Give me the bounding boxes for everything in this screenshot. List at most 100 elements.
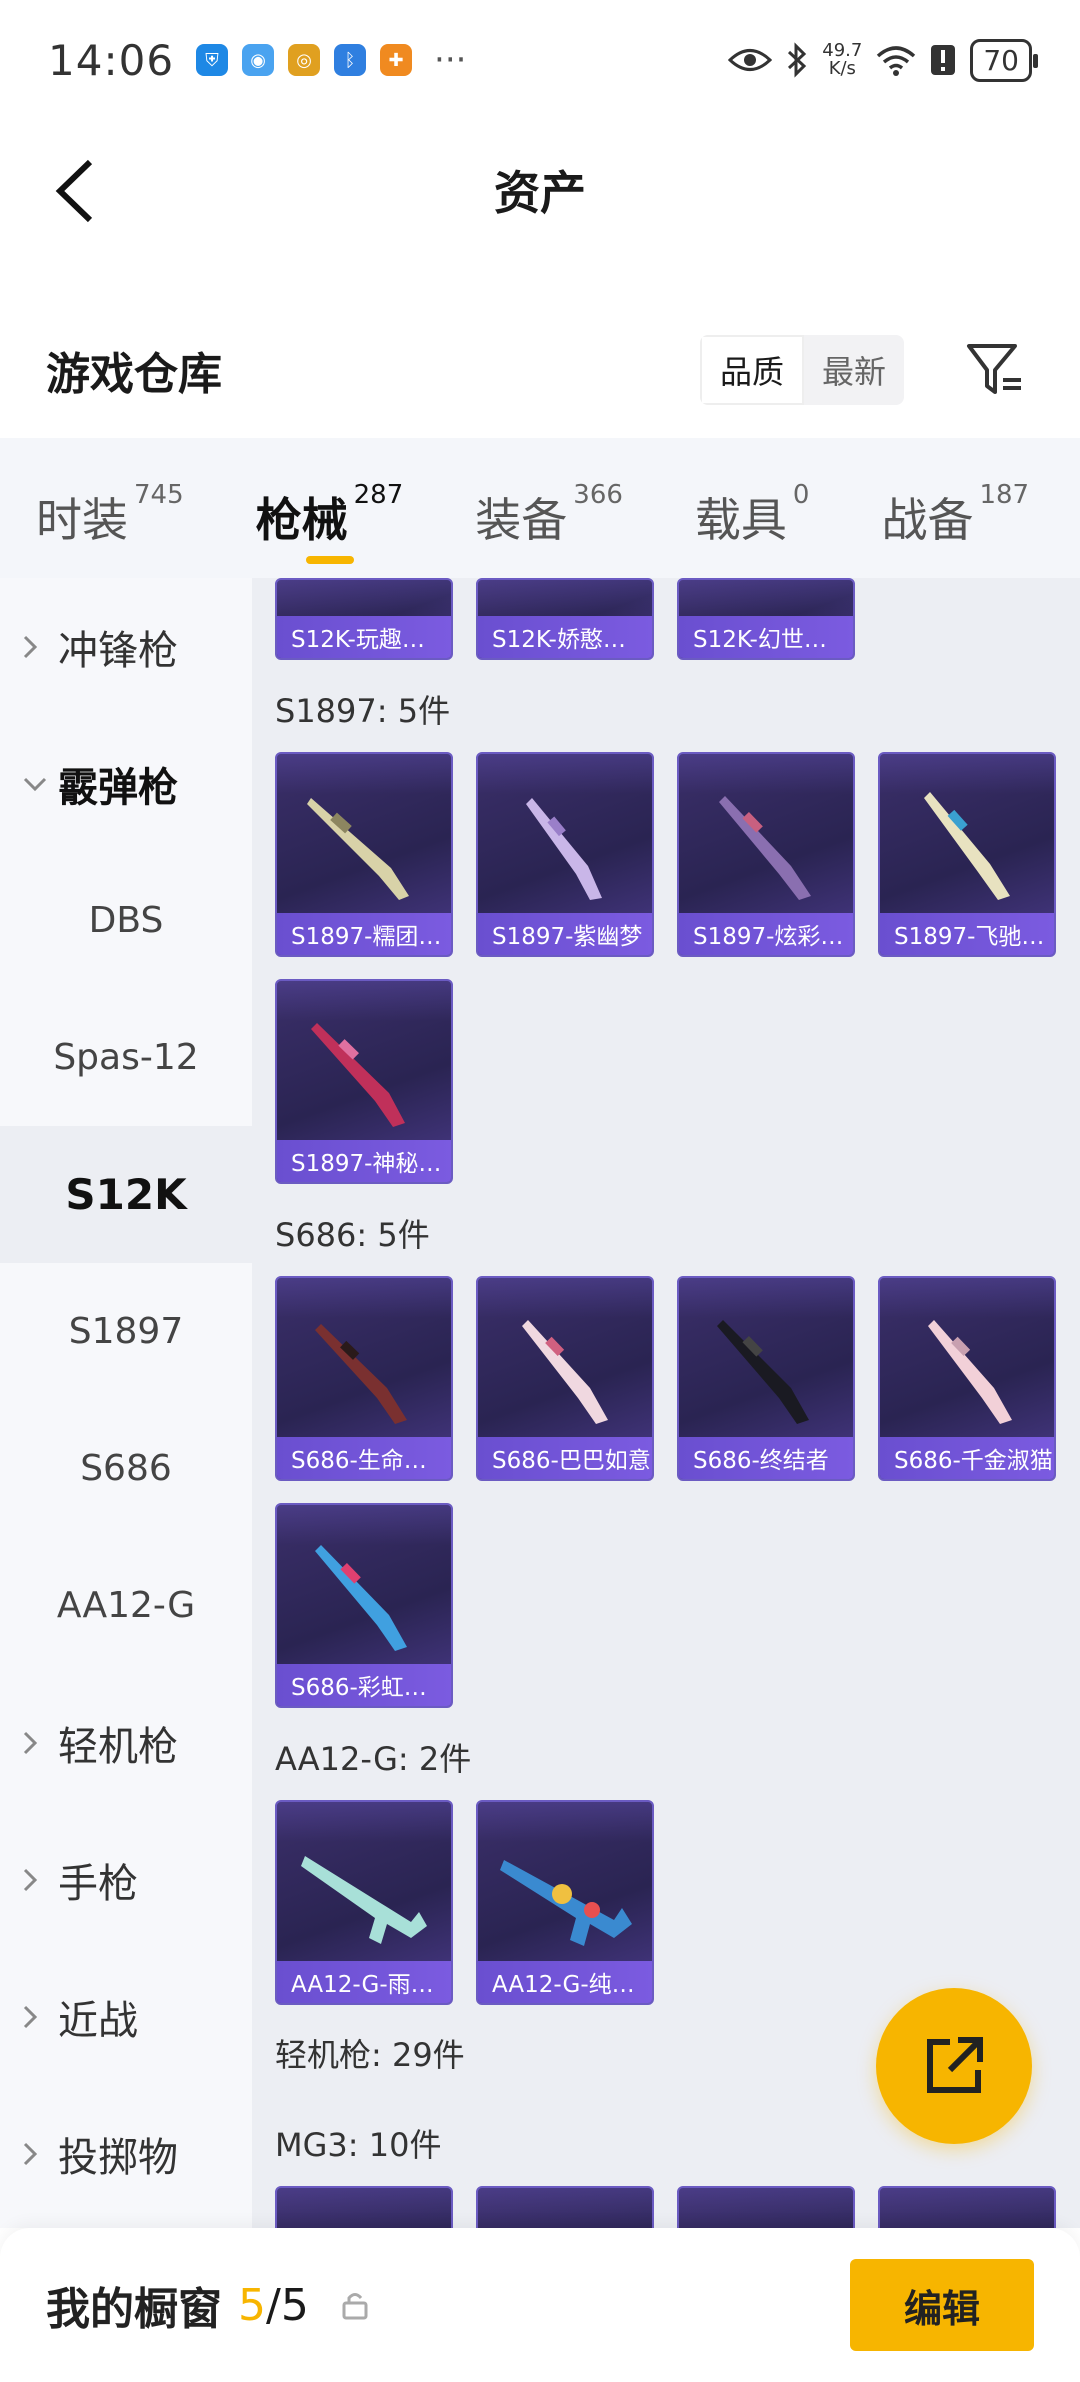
skin-card[interactable] [677, 2186, 855, 2228]
skin-card-label: S1897-糯团… [277, 913, 451, 955]
status-bar: 14:06 ⛨ ◉ ◎ ᛒ ✚ ··· 49.7 K/s 70 [0, 0, 1080, 120]
skin-card[interactable]: S686-巴巴如意 [476, 1276, 654, 1481]
s1897-row-2: S1897-神秘… [275, 979, 453, 1184]
skin-card-label: S1897-紫幽梦 [478, 913, 652, 955]
sidebar-item-smg[interactable]: 冲锋枪 [0, 578, 252, 715]
filter-button[interactable] [960, 335, 1030, 405]
shotgun-skin-image [924, 792, 1010, 900]
skin-card-label: S12K-玩趣… [277, 616, 451, 658]
sidebar-item-throwable[interactable]: 投掷物 [0, 2085, 252, 2222]
shotgun-skin-image [928, 1320, 1012, 1424]
tab-label: 时装 [36, 493, 128, 547]
showcase-title: 我的橱窗 [46, 2284, 222, 2335]
sidebar-item-melee[interactable]: 近战 [0, 1948, 252, 2085]
skin-card[interactable]: S686-千金淑猫 [878, 1276, 1056, 1481]
skin-card-label: S686-生命… [277, 1437, 451, 1479]
eye-icon [728, 49, 773, 71]
shotgun-skin-image [719, 796, 811, 900]
tab-equipment[interactable]: 装备 366 [475, 468, 623, 548]
skin-card-label: S1897-飞驰… [880, 913, 1054, 955]
sidebar-item-s686[interactable]: S686 [0, 1400, 252, 1537]
page-title: 资产 [494, 166, 586, 220]
skin-card[interactable]: S12K-幻世… [677, 578, 855, 660]
skin-card[interactable]: S686-彩虹… [275, 1503, 453, 1708]
skin-card-label: S1897-炫彩… [679, 913, 853, 955]
sort-quality-button[interactable]: 品质 [699, 335, 804, 405]
skin-card[interactable]: S12K-玩趣… [275, 578, 453, 660]
showcase-current: 5 [238, 2279, 266, 2331]
tab-count: 366 [573, 480, 623, 510]
tab-vehicles[interactable]: 载具 0 [695, 468, 810, 548]
browser-app-icon: ◉ [242, 44, 275, 76]
bluetooth-icon [788, 42, 807, 78]
back-arrow-icon [55, 159, 93, 223]
skin-card-label: S686-千金淑猫 [880, 1437, 1054, 1479]
sidebar-item-dbs[interactable]: DBS [0, 852, 252, 989]
tab-count: 745 [134, 480, 184, 510]
network-speed-unit: K/s [828, 58, 856, 79]
shotgun-skin-image [315, 1324, 407, 1424]
filter-icon [967, 344, 1021, 394]
skin-card[interactable] [476, 2186, 654, 2228]
sidebar-item-label: DBS [88, 900, 164, 941]
back-button[interactable] [40, 156, 110, 226]
skin-card-label: S686-巴巴如意 [478, 1437, 652, 1479]
sidebar-item-s1897[interactable]: S1897 [0, 1263, 252, 1400]
status-right: 49.7 K/s 70 [728, 38, 1038, 82]
sidebar-item-label: 轻机枪 [58, 1723, 178, 1770]
group-title: S1897: 5件 [275, 692, 451, 730]
skin-card[interactable]: S1897-糯团… [275, 752, 453, 957]
tab-supplies[interactable]: 战备 187 [881, 468, 1029, 548]
shotgun-skin-image [526, 798, 602, 900]
sort-newest-button[interactable]: 最新 [804, 335, 904, 405]
sidebar-item-s12k[interactable]: S12K [0, 1126, 252, 1263]
skin-card[interactable]: S1897-飞驰… [878, 752, 1056, 957]
shotgun-skin-image [315, 1545, 407, 1651]
sidebar-item-spas12[interactable]: Spas-12 [0, 989, 252, 1126]
skin-card[interactable]: S1897-炫彩… [677, 752, 855, 957]
skin-card-label: S1897-神秘… [277, 1140, 451, 1182]
shotgun-skin-image [522, 1320, 608, 1424]
sidebar-item-pistol[interactable]: 手枪 [0, 1811, 252, 1948]
lock-icon [342, 2293, 368, 2320]
showcase-bar: 我的橱窗 5/5 编辑 [0, 2228, 1080, 2382]
sidebar-item-lmg[interactable]: 轻机枪 [0, 1674, 252, 1811]
skin-card[interactable]: AA12-G-纯… [476, 1800, 654, 2005]
skin-card[interactable]: S12K-娇憨… [476, 578, 654, 660]
tab-firearms[interactable]: 枪械 287 [255, 468, 404, 564]
skin-card[interactable] [275, 2186, 453, 2228]
skin-card-label: AA12-G-纯… [478, 1961, 652, 2003]
tab-count: 187 [979, 480, 1030, 510]
chevron-right-icon [23, 2005, 38, 2028]
skin-card[interactable] [878, 2186, 1056, 2228]
bluetooth-app-icon: ᛒ [334, 44, 367, 76]
share-button[interactable] [876, 1988, 1032, 2144]
s12k-row: S12K-玩趣… S12K-娇憨… S12K-幻世… [275, 578, 855, 660]
skin-card[interactable]: AA12-G-雨… [275, 1800, 453, 2005]
skin-card[interactable]: S1897-神秘… [275, 979, 453, 1184]
tab-count: 0 [792, 480, 810, 510]
game-app-icon: ◎ [288, 44, 321, 76]
edit-button[interactable]: 编辑 [850, 2259, 1034, 2351]
s1897-row: S1897-糯团… S1897-紫幽梦 S1897-炫彩… S1897-飞驰… [275, 752, 1056, 957]
shield-app-icon: ⛨ [196, 44, 229, 76]
chevron-right-icon [23, 635, 38, 658]
shotgun-skin-image [717, 1320, 809, 1424]
tab-fashion[interactable]: 时装 745 [36, 468, 184, 548]
gamepad-app-icon: ✚ [380, 44, 413, 76]
skin-card[interactable]: S686-终结者 [677, 1276, 855, 1481]
showcase-total: 5 [280, 2279, 309, 2331]
skin-card[interactable]: S1897-紫幽梦 [476, 752, 654, 957]
sidebar-item-label: 投掷物 [58, 2134, 178, 2181]
group-title: AA12-G: 2件 [275, 1740, 472, 1778]
share-external-icon [927, 2037, 983, 2093]
sidebar-item-label: 霰弹枪 [58, 764, 178, 811]
skin-card[interactable]: S686-生命… [275, 1276, 453, 1481]
sidebar-item-label: S1897 [68, 1311, 184, 1352]
tab-count: 287 [353, 480, 404, 510]
sidebar-item-label: AA12-G [56, 1585, 196, 1626]
sidebar-item-shotgun[interactable]: 霰弹枪 [0, 715, 252, 852]
sidebar-item-aa12g[interactable]: AA12-G [0, 1537, 252, 1674]
tab-label: 枪械 [255, 493, 348, 547]
top-header: 资产 [0, 120, 1080, 260]
